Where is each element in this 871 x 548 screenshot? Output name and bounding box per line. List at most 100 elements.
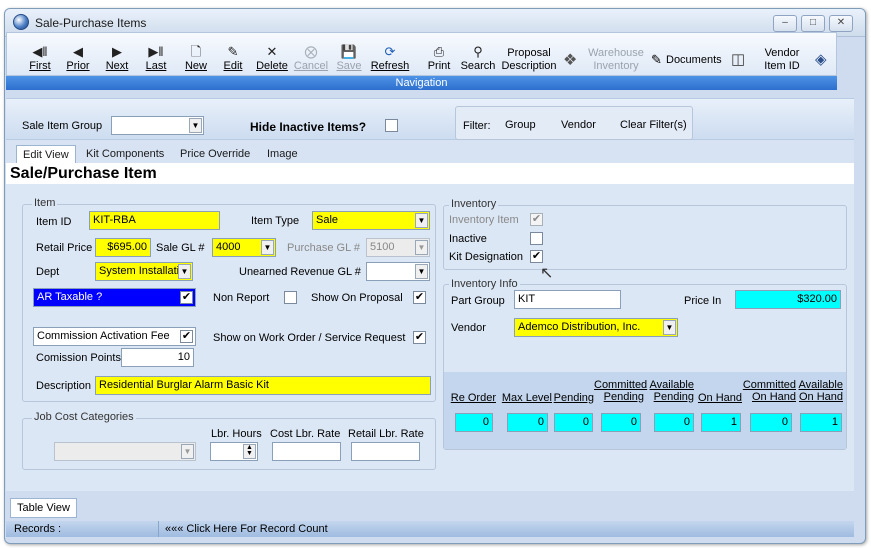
price-in-input[interactable]: $320.00 bbox=[735, 290, 841, 309]
available-pending-header: Available Pending bbox=[646, 379, 694, 403]
retail-price-input[interactable]: $695.00 bbox=[95, 238, 151, 257]
job-cost-category-select[interactable]: ▼ bbox=[54, 442, 196, 461]
chevron-down-icon[interactable]: ▼ bbox=[663, 320, 676, 335]
mouse-cursor-icon: ↖ bbox=[540, 265, 554, 282]
commission-points-input[interactable]: 10 bbox=[121, 348, 194, 367]
max-level-value[interactable]: 0 bbox=[507, 413, 548, 432]
chevron-down-icon[interactable]: ▼ bbox=[261, 240, 274, 255]
ar-taxable-checkbox[interactable]: ✔ bbox=[180, 291, 193, 304]
available-on-hand-header: Available On Hand bbox=[796, 379, 843, 403]
ar-taxable-field[interactable]: AR Taxable ? bbox=[33, 288, 196, 307]
filter-group-button[interactable]: Group bbox=[505, 119, 536, 131]
chevron-down-icon[interactable]: ▼ bbox=[415, 213, 428, 228]
save-button[interactable]: 💾 Save bbox=[335, 44, 363, 73]
part-group-input[interactable]: KIT bbox=[514, 290, 621, 309]
chevron-down-icon[interactable]: ▼ bbox=[181, 444, 194, 459]
commission-activation-checkbox[interactable]: ✔ bbox=[180, 330, 193, 343]
vendor-item-id-button[interactable]: Vendor Item ID bbox=[758, 47, 806, 73]
save-disk-icon: 💾 bbox=[340, 44, 358, 59]
on-hand-header-line2: On Hand bbox=[697, 392, 742, 404]
chevron-down-icon[interactable]: ▼ bbox=[189, 118, 202, 133]
purchase-gl-select[interactable]: 5100 ▼ bbox=[366, 238, 430, 257]
kit-designation-label: Kit Designation bbox=[449, 251, 523, 263]
unearned-revenue-select[interactable]: ▼ bbox=[366, 262, 430, 281]
non-report-label: Non Report bbox=[213, 292, 270, 304]
minimize-button[interactable]: – bbox=[773, 15, 797, 32]
purchase-gl-label: Purchase GL # bbox=[287, 242, 360, 254]
last-record-icon: ▶‖ bbox=[148, 44, 164, 59]
vendor-select[interactable]: Ademco Distribution, Inc. ▼ bbox=[514, 318, 678, 337]
chevron-down-icon[interactable]: ▼ bbox=[415, 264, 428, 279]
chevron-down-icon[interactable]: ▼ bbox=[415, 240, 428, 255]
retail-lbr-rate-input[interactable] bbox=[351, 442, 420, 461]
tab-image[interactable]: Image bbox=[261, 145, 304, 164]
spinner-arrows-icon[interactable]: ▲ ▼ bbox=[243, 444, 256, 459]
description-input[interactable]: Residential Burglar Alarm Basic Kit bbox=[95, 376, 431, 395]
documents-pen-icon: ✎ bbox=[651, 52, 662, 67]
tab-table-view[interactable]: Table View bbox=[10, 498, 77, 518]
show-on-proposal-checkbox[interactable]: ✔ bbox=[413, 291, 426, 304]
edit-button[interactable]: ✎ Edit bbox=[220, 44, 246, 73]
record-count-link[interactable]: ««« Click Here For Record Count bbox=[165, 521, 328, 537]
tab-kit-components[interactable]: Kit Components bbox=[80, 145, 170, 164]
committed-pending-header: Committed Pending bbox=[594, 379, 647, 403]
item-group-label: Item bbox=[32, 197, 58, 209]
sale-item-group-select[interactable]: ▼ bbox=[111, 116, 204, 135]
pending-value: 0 bbox=[554, 413, 593, 432]
new-button[interactable]: 🗋 New bbox=[182, 44, 210, 73]
last-button[interactable]: ▶‖ Last bbox=[142, 44, 170, 73]
first-button[interactable]: ◀‖ First bbox=[27, 44, 53, 73]
price-in-label: Price In bbox=[684, 295, 722, 307]
proposal-description-button[interactable]: Proposal Description bbox=[498, 47, 560, 73]
tab-price-override[interactable]: Price Override bbox=[174, 145, 256, 164]
show-on-work-order-checkbox[interactable]: ✔ bbox=[413, 331, 426, 344]
tab-edit-view[interactable]: Edit View bbox=[16, 145, 76, 164]
search-button[interactable]: ⚲ Search bbox=[460, 44, 496, 73]
prior-label: Prior bbox=[66, 60, 90, 72]
documents-button[interactable]: Documents bbox=[666, 54, 722, 66]
on-hand-value: 1 bbox=[701, 413, 741, 432]
inventory-item-checkbox[interactable]: ✔ bbox=[530, 213, 543, 226]
chevron-down-icon[interactable]: ▼ bbox=[178, 264, 191, 279]
search-icon: ⚲ bbox=[473, 44, 483, 59]
navigation-section-bar: Navigation bbox=[6, 76, 837, 90]
delete-button[interactable]: ✕ Delete bbox=[254, 44, 290, 73]
committed-on-hand-header: Committed On Hand bbox=[742, 379, 796, 403]
warehouse-label-line2: Inventory bbox=[593, 60, 639, 72]
max-level-header: Max Level bbox=[500, 392, 552, 404]
clear-filters-button[interactable]: Clear Filter(s) bbox=[620, 119, 687, 131]
warehouse-icon: ❖ bbox=[563, 52, 578, 69]
filter-vendor-button[interactable]: Vendor bbox=[561, 119, 596, 131]
inactive-label: Inactive bbox=[449, 233, 487, 245]
item-type-select[interactable]: Sale ▼ bbox=[312, 211, 430, 230]
close-button[interactable]: ✕ bbox=[829, 15, 853, 32]
re-order-value[interactable]: 0 bbox=[455, 413, 493, 432]
available-on-hand-value: 1 bbox=[800, 413, 842, 432]
print-button[interactable]: ⎙ Print bbox=[425, 44, 453, 73]
warehouse-inventory-button[interactable]: Warehouse Inventory bbox=[585, 47, 647, 73]
maximize-button[interactable]: □ bbox=[801, 15, 825, 32]
cancel-button[interactable]: ⨂ Cancel bbox=[293, 44, 329, 73]
commission-points-label: Comission Points bbox=[36, 352, 121, 364]
sale-gl-select[interactable]: 4000 ▼ bbox=[212, 238, 276, 257]
kit-designation-checkbox[interactable]: ✔ bbox=[530, 250, 543, 263]
dept-label: Dept bbox=[36, 266, 60, 278]
dept-value: System Installati bbox=[99, 265, 180, 277]
commission-activation-field[interactable]: Commission Activation Fee bbox=[33, 327, 196, 346]
dept-select[interactable]: System Installati ▼ bbox=[95, 262, 193, 281]
item-id-input[interactable]: KIT-RBA bbox=[89, 211, 220, 230]
cost-lbr-rate-input[interactable] bbox=[272, 442, 341, 461]
delete-x-icon: ✕ bbox=[266, 44, 278, 59]
next-button[interactable]: ▶ Next bbox=[102, 44, 132, 73]
description-label: Description bbox=[36, 380, 92, 392]
vendor-value: Ademco Distribution, Inc. bbox=[518, 321, 641, 333]
status-divider bbox=[158, 521, 159, 537]
refresh-button[interactable]: ⟳ Refresh bbox=[369, 44, 411, 73]
lbr-hours-spinner[interactable]: ▲ ▼ bbox=[210, 442, 258, 461]
prior-record-icon: ◀ bbox=[73, 44, 83, 59]
hide-inactive-checkbox[interactable] bbox=[385, 119, 398, 132]
available-pending-header-line1: Available bbox=[649, 379, 694, 391]
prior-button[interactable]: ◀ Prior bbox=[63, 44, 93, 73]
non-report-checkbox[interactable] bbox=[284, 291, 297, 304]
inactive-checkbox[interactable] bbox=[530, 232, 543, 245]
